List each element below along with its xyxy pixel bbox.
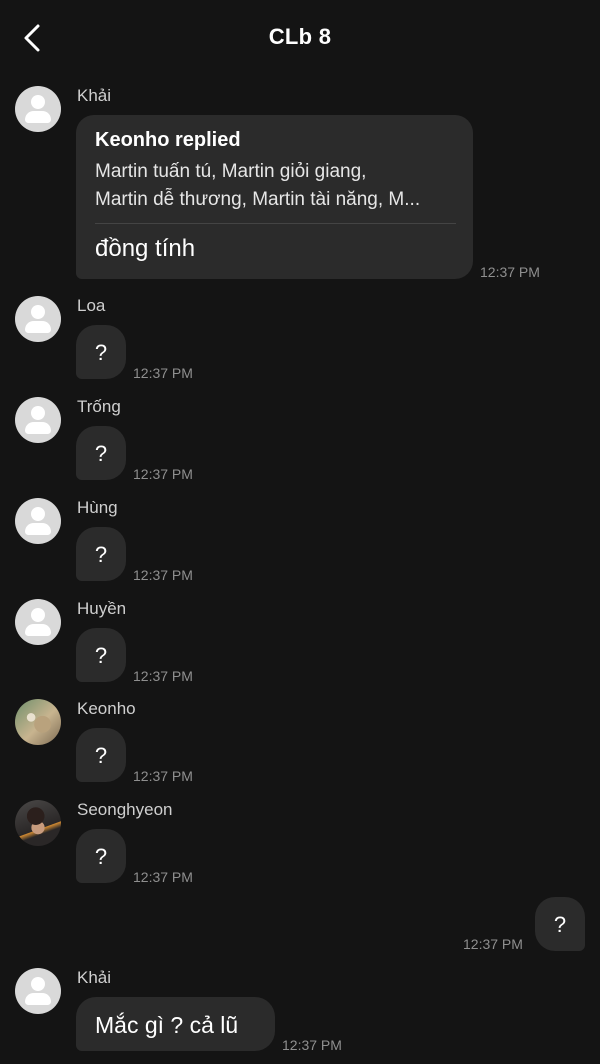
sender-name: Keonho: [77, 699, 136, 718]
message-bubble[interactable]: ?: [76, 728, 126, 782]
message-bubble[interactable]: ?: [76, 829, 126, 883]
message-bubble[interactable]: ?: [76, 426, 126, 480]
quoted-text-line: Martin tuấn tú, Martin giỏi giang,: [95, 161, 367, 182]
sender-name: Loa: [77, 296, 106, 315]
person-icon: [31, 406, 45, 420]
sender-name: Khải: [77, 968, 112, 987]
quoted-text-line: Martin dễ thương, Martin tài năng, M...: [95, 189, 421, 210]
timestamp: 12:37 PM: [133, 466, 193, 482]
message-bubble[interactable]: Mắc gì ? cả lũ: [76, 997, 275, 1051]
person-icon: [31, 95, 45, 109]
timestamp: 12:37 PM: [133, 365, 193, 381]
person-icon: [31, 305, 45, 319]
avatar-hung[interactable]: [15, 498, 61, 544]
sender-name: Trống: [77, 397, 121, 416]
avatar-trong[interactable]: [15, 397, 61, 443]
reply-header: Keonho replied: [95, 129, 241, 151]
avatar-khai[interactable]: [15, 86, 61, 132]
timestamp: 12:37 PM: [133, 768, 193, 784]
reply-divider: [95, 223, 456, 224]
timestamp: 12:37 PM: [133, 567, 193, 583]
person-icon: [31, 507, 45, 521]
message-text: đồng tính: [95, 235, 196, 262]
message-bubble[interactable]: ?: [76, 325, 126, 379]
reply-message-bubble[interactable]: Keonho replied Martin tuấn tú, Martin gi…: [76, 115, 473, 279]
avatar-keonho[interactable]: [15, 699, 61, 745]
message-bubble[interactable]: ?: [76, 527, 126, 581]
avatar-loa[interactable]: [15, 296, 61, 342]
message-bubble[interactable]: ?: [76, 628, 126, 682]
sender-name: Huyền: [77, 599, 127, 618]
sender-name: Seonghyeon: [77, 800, 173, 819]
timestamp: 12:37 PM: [480, 264, 540, 280]
timestamp: 12:37 PM: [133, 668, 193, 684]
my-message-bubble[interactable]: ?: [535, 897, 585, 951]
avatar-khai[interactable]: [15, 968, 61, 1014]
chat-title: CLb 8: [268, 24, 332, 49]
timestamp: 12:37 PM: [282, 1037, 342, 1053]
person-icon: [31, 977, 45, 991]
sender-name: Khải: [77, 86, 112, 105]
timestamp: 12:37 PM: [133, 869, 193, 885]
chat-header: CLb 8: [0, 0, 600, 76]
timestamp: 12:37 PM: [463, 936, 523, 952]
sender-name: Hùng: [77, 498, 118, 517]
avatar-huyen[interactable]: [15, 599, 61, 645]
person-icon: [31, 608, 45, 622]
avatar-seonghyeon[interactable]: [15, 800, 61, 846]
